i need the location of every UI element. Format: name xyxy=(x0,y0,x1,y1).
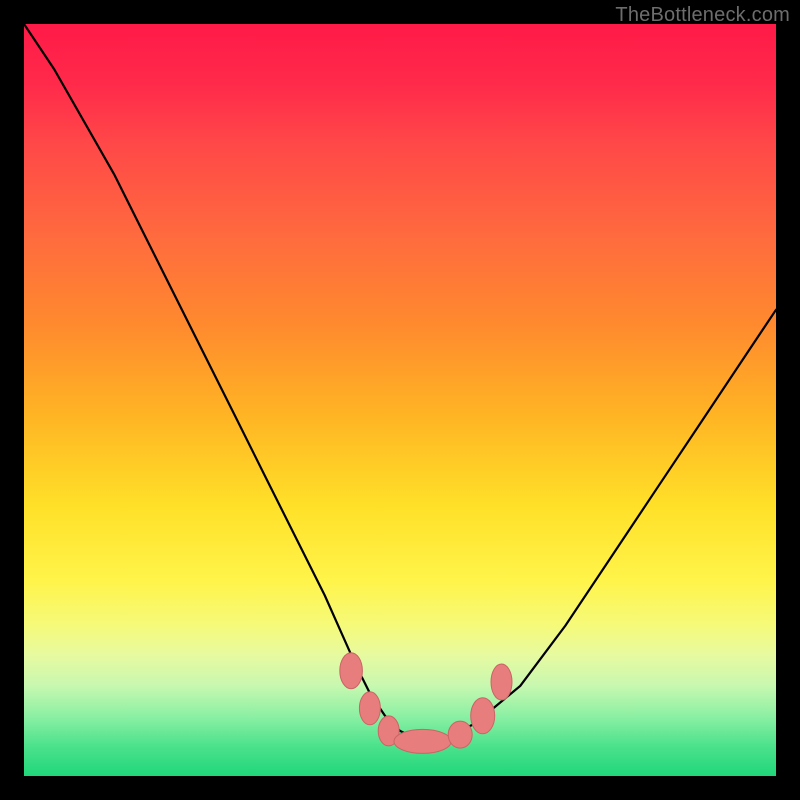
bottleneck-curve-line xyxy=(24,24,776,738)
curve-marker xyxy=(359,692,380,725)
watermark-text: TheBottleneck.com xyxy=(615,4,790,27)
curve-marker xyxy=(340,653,363,689)
curve-marker xyxy=(448,721,472,748)
curve-marker xyxy=(471,698,495,734)
curve-markers xyxy=(340,653,512,754)
curve-marker xyxy=(394,729,451,753)
chart-plot-area xyxy=(24,24,776,776)
bottleneck-curve-svg xyxy=(24,24,776,776)
curve-marker xyxy=(491,664,512,700)
chart-frame: TheBottleneck.com xyxy=(0,0,800,800)
